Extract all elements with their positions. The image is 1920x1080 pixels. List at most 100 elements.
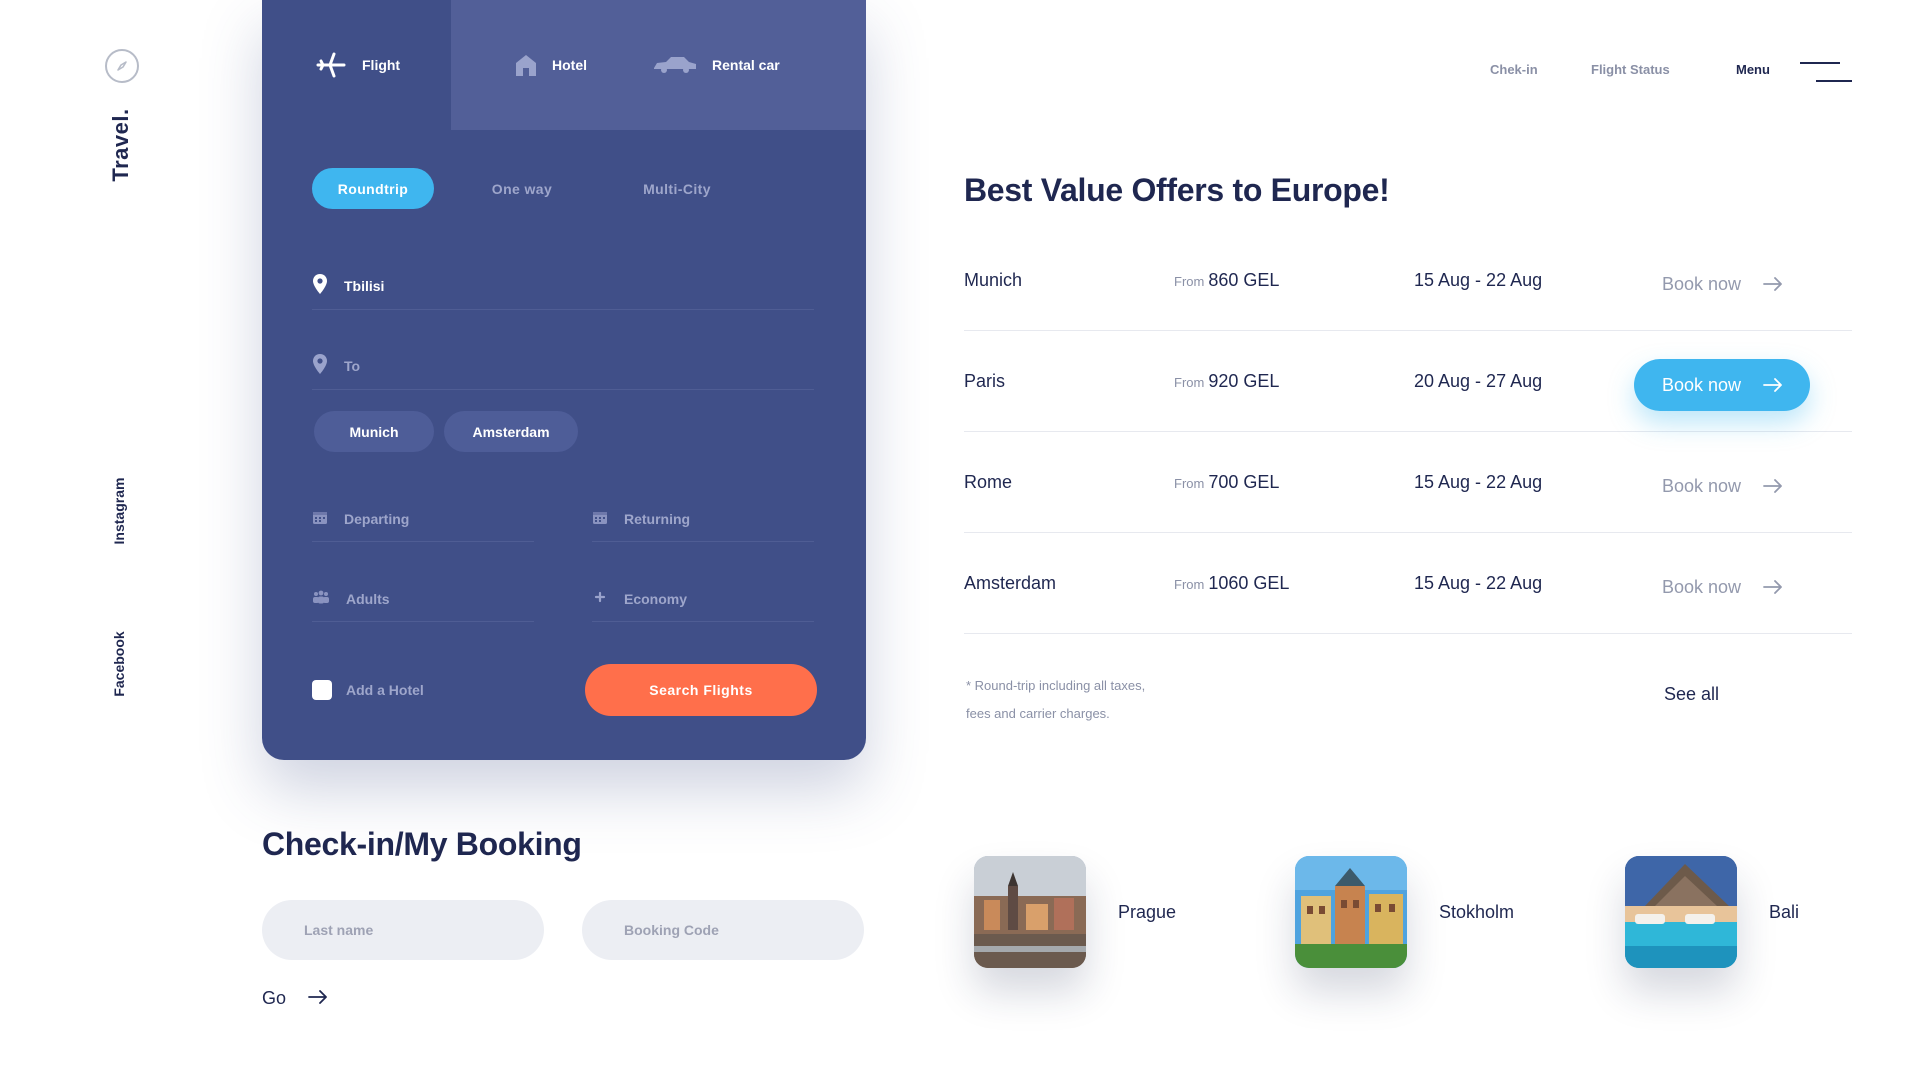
offer-city: Munich [964,270,1023,290]
departing-placeholder: Departing [344,510,410,527]
offer-row: Munich From 860 GEL 15 Aug - 22 Aug Book … [964,230,1852,331]
tab-hotel-label: Hotel [552,57,587,73]
offer-row: Paris From 920 GEL 20 Aug - 27 Aug Book n… [964,331,1852,432]
calendar-icon [592,509,608,528]
tab-rental-car[interactable]: Rental car [652,0,780,130]
offer-price-value: 920 GEL [1208,371,1280,391]
house-icon [514,53,538,77]
destination-card[interactable]: Prague [974,856,1176,968]
offer-price: From 1060 GEL [1174,573,1289,594]
to-field[interactable]: To [312,342,814,390]
booking-code-input[interactable] [582,900,864,960]
offer-city: Amsterdam [964,573,1057,593]
adults-field[interactable]: Adults [312,576,534,622]
destination-name: Bali [1769,901,1800,922]
class-field[interactable]: Economy [592,576,814,622]
tab-hotel[interactable]: Hotel [514,0,587,130]
offer-dates: 15 Aug - 22 Aug [1414,270,1543,290]
destination-name: Prague [1118,901,1177,922]
booking-card: Flight Hotel Rental car Roundtrip One wa… [262,0,866,760]
offer-price-value: 860 GEL [1208,270,1280,290]
arrow-right-icon [308,988,328,1009]
from-value: Tbilisi [344,277,385,294]
book-now-label: Book now [1662,475,1742,496]
offer-city: Rome [964,472,1013,492]
from-field[interactable]: Tbilisi [312,262,814,310]
book-now-button[interactable]: Book now [1634,359,1810,411]
booking-tabs: Flight Hotel Rental car [262,0,866,130]
book-now-button[interactable]: Book now [1662,460,1838,512]
destination-photo-bali [1625,856,1737,968]
offer-from-label: From [1174,476,1205,491]
hamburger-menu-icon[interactable] [1800,60,1852,84]
add-hotel-toggle[interactable]: Add a Hotel [312,680,424,700]
arrow-right-icon [1763,580,1783,594]
location-pin-icon [312,353,328,378]
arrow-right-icon [1763,277,1783,291]
nav-menu-link[interactable]: Menu [1736,62,1770,77]
book-now-label: Book now [1662,273,1742,294]
checkin-title: Check-in/My Booking [262,826,582,862]
suggestion-chip-munich[interactable]: Munich [314,411,434,452]
plus-icon [592,589,608,608]
car-icon [652,56,698,74]
nav-flight-status-link[interactable]: Flight Status [1591,62,1670,77]
trip-type-roundtrip[interactable]: Roundtrip [312,168,434,209]
brand-logo[interactable]: Travel. [108,108,134,181]
trip-type-one-way[interactable]: One way [472,168,572,209]
offer-dates: 15 Aug - 22 Aug [1414,573,1543,593]
offer-from-label: From [1174,577,1205,592]
offers-footnote-line: * Round-trip including all taxes, [966,678,1146,693]
arrow-right-icon [1763,378,1783,392]
destination-card[interactable]: Stokholm [1295,856,1514,968]
tab-flight[interactable]: Flight [316,0,400,130]
departing-field[interactable]: Departing [312,496,534,542]
offer-price-value: 700 GEL [1208,472,1280,492]
arrow-right-icon [1763,479,1783,493]
instagram-link[interactable]: Instagram [111,478,127,545]
offer-price: From 860 GEL [1174,270,1279,291]
search-flights-button[interactable]: Search Flights [585,664,817,716]
adults-placeholder: Adults [346,590,390,607]
destination-photo-prague [974,856,1086,968]
suggestion-chip-amsterdam[interactable]: Amsterdam [444,411,578,452]
offer-row: Amsterdam From 1060 GEL 15 Aug - 22 Aug B… [964,533,1852,634]
book-now-label: Book now [1662,374,1742,395]
destination-card[interactable]: Bali [1625,856,1799,968]
offer-dates: 15 Aug - 22 Aug [1414,472,1543,492]
people-icon [312,590,330,607]
offer-from-label: From [1174,375,1205,390]
offers-title: Best Value Offers to Europe! [964,172,1390,208]
go-button[interactable]: Go [262,988,328,1009]
returning-field[interactable]: Returning [592,496,814,542]
offer-price: From 700 GEL [1174,472,1279,493]
offer-price: From 920 GEL [1174,371,1279,392]
tab-rental-car-label: Rental car [712,57,780,73]
nav-checkin-link[interactable]: Chek-in [1490,62,1538,77]
destination-photo-stokholm [1295,856,1407,968]
offer-row: Rome From 700 GEL 15 Aug - 22 Aug Book no… [964,432,1852,533]
plane-icon [316,50,348,80]
book-now-label: Book now [1662,576,1742,597]
offers-footnote: * Round-trip including all taxes, fees a… [966,672,1206,728]
book-now-button[interactable]: Book now [1662,258,1838,310]
to-placeholder: To [344,357,361,374]
calendar-icon [312,509,328,528]
go-label: Go [262,988,287,1008]
class-value: Economy [624,590,688,607]
trip-type-multi-city[interactable]: Multi-City [622,168,732,209]
add-hotel-label: Add a Hotel [346,682,424,698]
tab-flight-label: Flight [362,57,401,73]
offers-footnote-line: fees and carrier charges. [966,706,1110,721]
see-all-link[interactable]: See all [1664,684,1719,705]
returning-placeholder: Returning [624,510,691,527]
destination-name: Stokholm [1439,901,1515,922]
facebook-link[interactable]: Facebook [111,631,127,696]
add-hotel-checkbox[interactable] [312,680,332,700]
last-name-input[interactable] [262,900,544,960]
book-now-button[interactable]: Book now [1662,561,1838,613]
offer-city: Paris [964,371,1006,391]
compass-icon [105,49,139,83]
offer-from-label: From [1174,274,1205,289]
offer-dates: 20 Aug - 27 Aug [1414,371,1543,391]
